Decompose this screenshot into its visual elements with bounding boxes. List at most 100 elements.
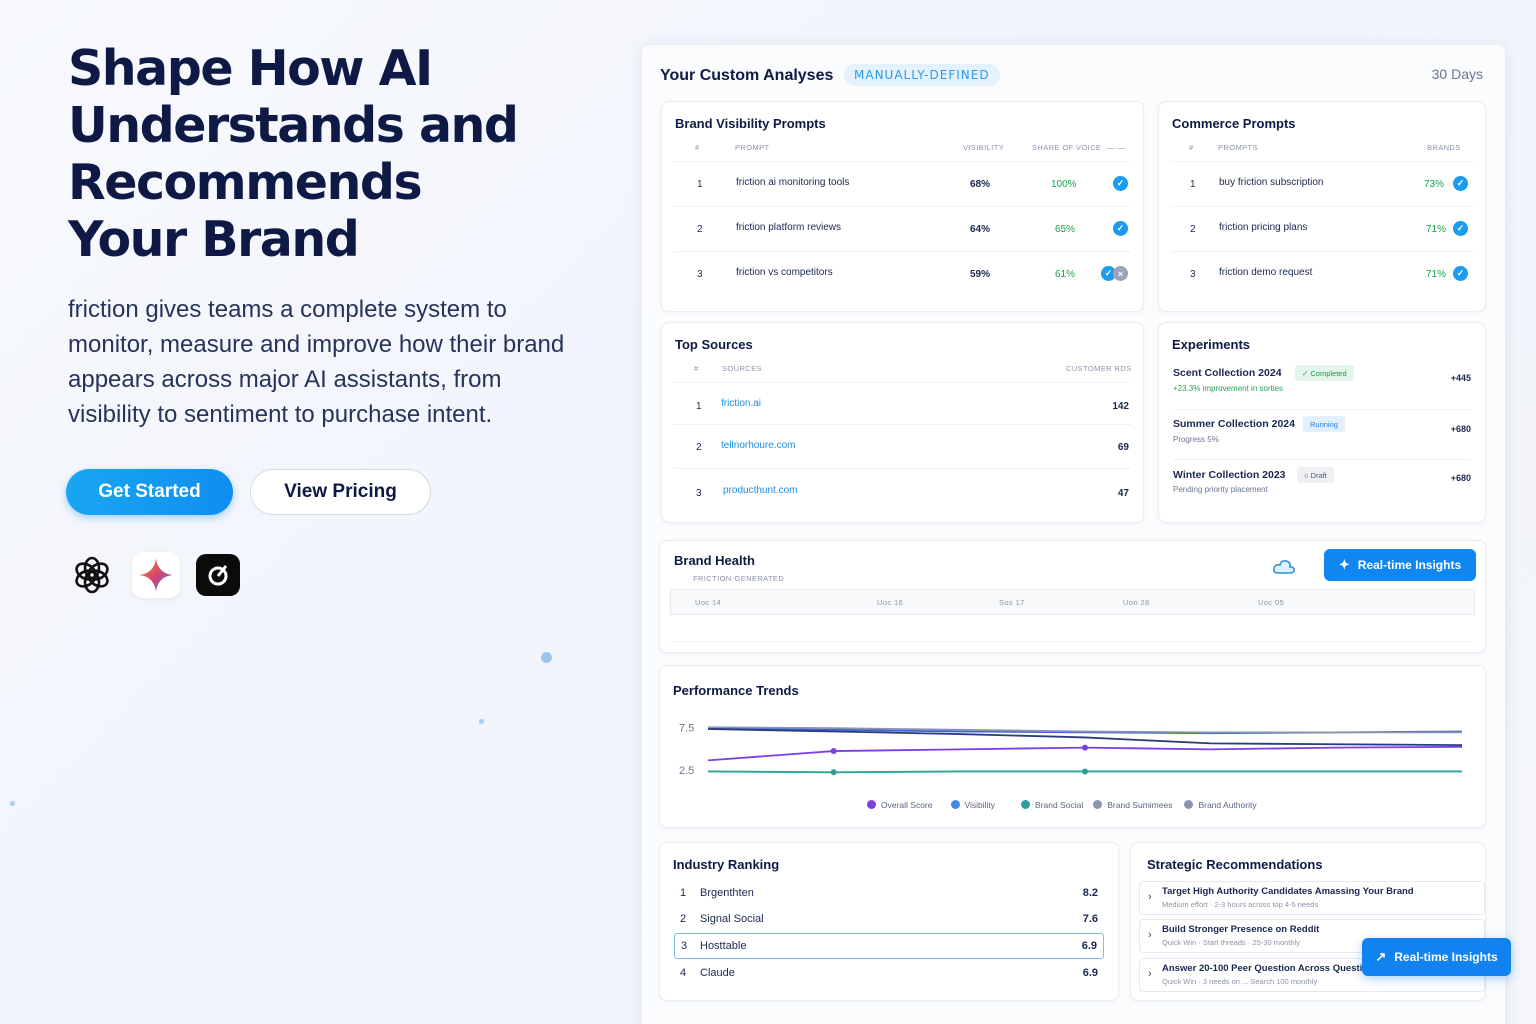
table-row[interactable]: 2 friction pricing plans 71% ✓ <box>1171 206 1473 251</box>
floating-real-time-insights-button[interactable]: ↗ Real-time Insights <box>1362 938 1511 976</box>
source-count: 47 <box>1117 488 1129 499</box>
hero-subtitle-line: appears across major AI assistants, from <box>68 366 502 393</box>
timeline-date: Uoc 05 <box>1258 598 1285 607</box>
ranking-row[interactable]: 4 Claude 6.9 <box>674 961 1104 986</box>
data-point[interactable] <box>1082 768 1088 775</box>
chevron-right-icon: › <box>1148 891 1152 903</box>
column-header: SOURCES <box>722 364 762 373</box>
card-title: Top Sources <box>675 337 753 352</box>
sov-value: 61% <box>1055 269 1076 280</box>
table-row[interactable]: 2 friction platform reviews 64% 65% ✓ <box>674 206 1131 251</box>
row-number: 1 <box>1190 179 1196 190</box>
assistant-logo-icon <box>196 554 240 596</box>
rank-number: 4 <box>680 967 687 979</box>
card-title: Industry Ranking <box>673 857 780 872</box>
date-range-selector[interactable]: 30 Days <box>1432 66 1483 82</box>
row-number: 2 <box>697 224 703 235</box>
commerce-prompts-card: Commerce Prompts # PROMPTS BRANDS 1 buy … <box>1158 101 1486 312</box>
view-pricing-button[interactable]: View Pricing <box>250 469 431 515</box>
source-link[interactable]: friction.ai <box>721 398 761 409</box>
table-row[interactable]: 1 buy friction subscription 73% ✓ <box>1171 161 1473 206</box>
check-icon: ✓ <box>1453 176 1468 191</box>
rank-score: 7.6 <box>1082 913 1098 925</box>
prompt-text: friction platform reviews <box>736 222 842 233</box>
hero-subtitle: friction gives teams a complete system t… <box>68 292 583 432</box>
ranking-row[interactable]: 1 Brgenthten 8.2 <box>674 881 1104 906</box>
legend-label: Overall Score <box>881 800 933 810</box>
experiment-row[interactable]: Summer Collection 2024 Running Progress … <box>1173 409 1471 459</box>
divider <box>670 641 1475 642</box>
experiment-row[interactable]: Scent Collection 2024 ✓ Completed +23.3%… <box>1173 359 1471 409</box>
data-point[interactable] <box>1082 744 1088 751</box>
brand-health-card: Brand Health FRICTION-GENERATED ✦ Real-t… <box>659 540 1486 653</box>
rank-number: 1 <box>680 887 687 899</box>
decor-dot <box>479 719 484 724</box>
row-number: 3 <box>696 488 702 499</box>
row-number: 2 <box>1190 224 1196 235</box>
column-header: VISIBILITY <box>963 143 1005 152</box>
experiment-value: +680 <box>1450 424 1471 434</box>
rank-score: 6.9 <box>1082 967 1098 979</box>
sparkle-icon: ✦ <box>1338 557 1350 572</box>
card-title: Commerce Prompts <box>1172 116 1296 131</box>
prompt-text: friction demo request <box>1219 267 1313 278</box>
recommendation-subtitle: Quick Win · 3 needs on ... Search 100 mo… <box>1162 977 1318 986</box>
cloud-icon <box>1272 558 1296 581</box>
table-row[interactable]: 3 friction demo request 71% ✓ <box>1171 251 1473 296</box>
brand-value: 71% <box>1426 224 1447 235</box>
source-count: 142 <box>1112 401 1129 412</box>
data-point[interactable] <box>830 748 837 755</box>
card-title: Strategic Recommendations <box>1147 857 1323 872</box>
decor-dot <box>10 801 15 806</box>
source-link[interactable]: tellnorhoure.com <box>721 440 795 451</box>
table-row[interactable]: 1 friction ai monitoring tools 68% 100% … <box>674 161 1131 206</box>
trend-icon: ↗ <box>1375 949 1387 964</box>
row-number: 1 <box>697 179 703 190</box>
table-row[interactable]: 3 producthunt.com 47 <box>674 468 1131 512</box>
timeline-date: Uoc 14 <box>695 598 722 607</box>
legend-item: Overall Score <box>867 800 933 810</box>
legend-label: Visibility <box>964 800 996 810</box>
source-count: 69 <box>1117 442 1129 453</box>
visibility-value: 59% <box>970 269 991 280</box>
real-time-insights-button[interactable]: ✦ Real-time Insights <box>1324 549 1476 581</box>
recommendation-item[interactable]: › Target High Authority Candidates Amass… <box>1139 881 1485 915</box>
rank-number: 3 <box>681 940 688 952</box>
ranking-row-selected[interactable]: 3 Hosttable 6.9 <box>674 933 1104 959</box>
table-row[interactable]: 3 friction vs competitors 59% 61% ✓ × <box>674 251 1131 296</box>
brand-health-subtitle: FRICTION-GENERATED <box>693 574 785 583</box>
rank-number: 2 <box>680 913 687 925</box>
experiment-name: Scent Collection 2024 <box>1173 367 1282 379</box>
timeline-date: Sos 17 <box>999 598 1025 607</box>
rank-name: Hosttable <box>700 940 747 952</box>
experiment-value: +445 <box>1450 373 1471 383</box>
y-tick-label: 2.5 <box>679 765 694 777</box>
rank-score: 8.2 <box>1082 887 1098 899</box>
legend-item: Visibility <box>950 800 996 810</box>
prompt-text: buy friction subscription <box>1219 177 1324 188</box>
performance-chart: 7.5 2.5 <box>679 722 1463 777</box>
completed-badge: ✓ Completed <box>1295 365 1354 381</box>
manually-defined-chip: MANUALLY-DEFINED <box>844 64 1000 86</box>
ranking-row[interactable]: 2 Signal Social 7.6 <box>674 907 1104 932</box>
sov-value: 65% <box>1055 224 1076 235</box>
column-header: BRANDS <box>1427 143 1461 152</box>
legend-label: Brand Sumimees <box>1107 800 1173 810</box>
data-point[interactable] <box>830 769 837 776</box>
table-row[interactable]: 2 tellnorhoure.com 69 <box>674 424 1131 468</box>
sov-value: 100% <box>1051 179 1077 190</box>
table-row[interactable]: 1 friction.ai 142 <box>674 382 1131 424</box>
prompt-text: friction pricing plans <box>1219 222 1308 233</box>
check-icon: ✓ <box>1113 221 1128 236</box>
hero-subtitle-line: visibility to sentiment to purchase inte… <box>68 401 493 428</box>
card-title: Performance Trends <box>673 683 799 698</box>
chevron-right-icon: › <box>1148 968 1152 980</box>
experiment-row[interactable]: Winter Collection 2023 ○ Draft Pending p… <box>1173 459 1471 509</box>
card-title: Brand Visibility Prompts <box>675 116 826 131</box>
check-icon: ✓ <box>1453 221 1468 236</box>
brand-value: 73% <box>1424 179 1445 190</box>
chart-legend: Overall Score Visibility Brand Social Br… <box>867 800 1257 810</box>
source-link[interactable]: producthunt.com <box>723 485 798 496</box>
get-started-button[interactable]: Get Started <box>66 469 233 515</box>
chevron-right-icon: › <box>1148 929 1152 941</box>
